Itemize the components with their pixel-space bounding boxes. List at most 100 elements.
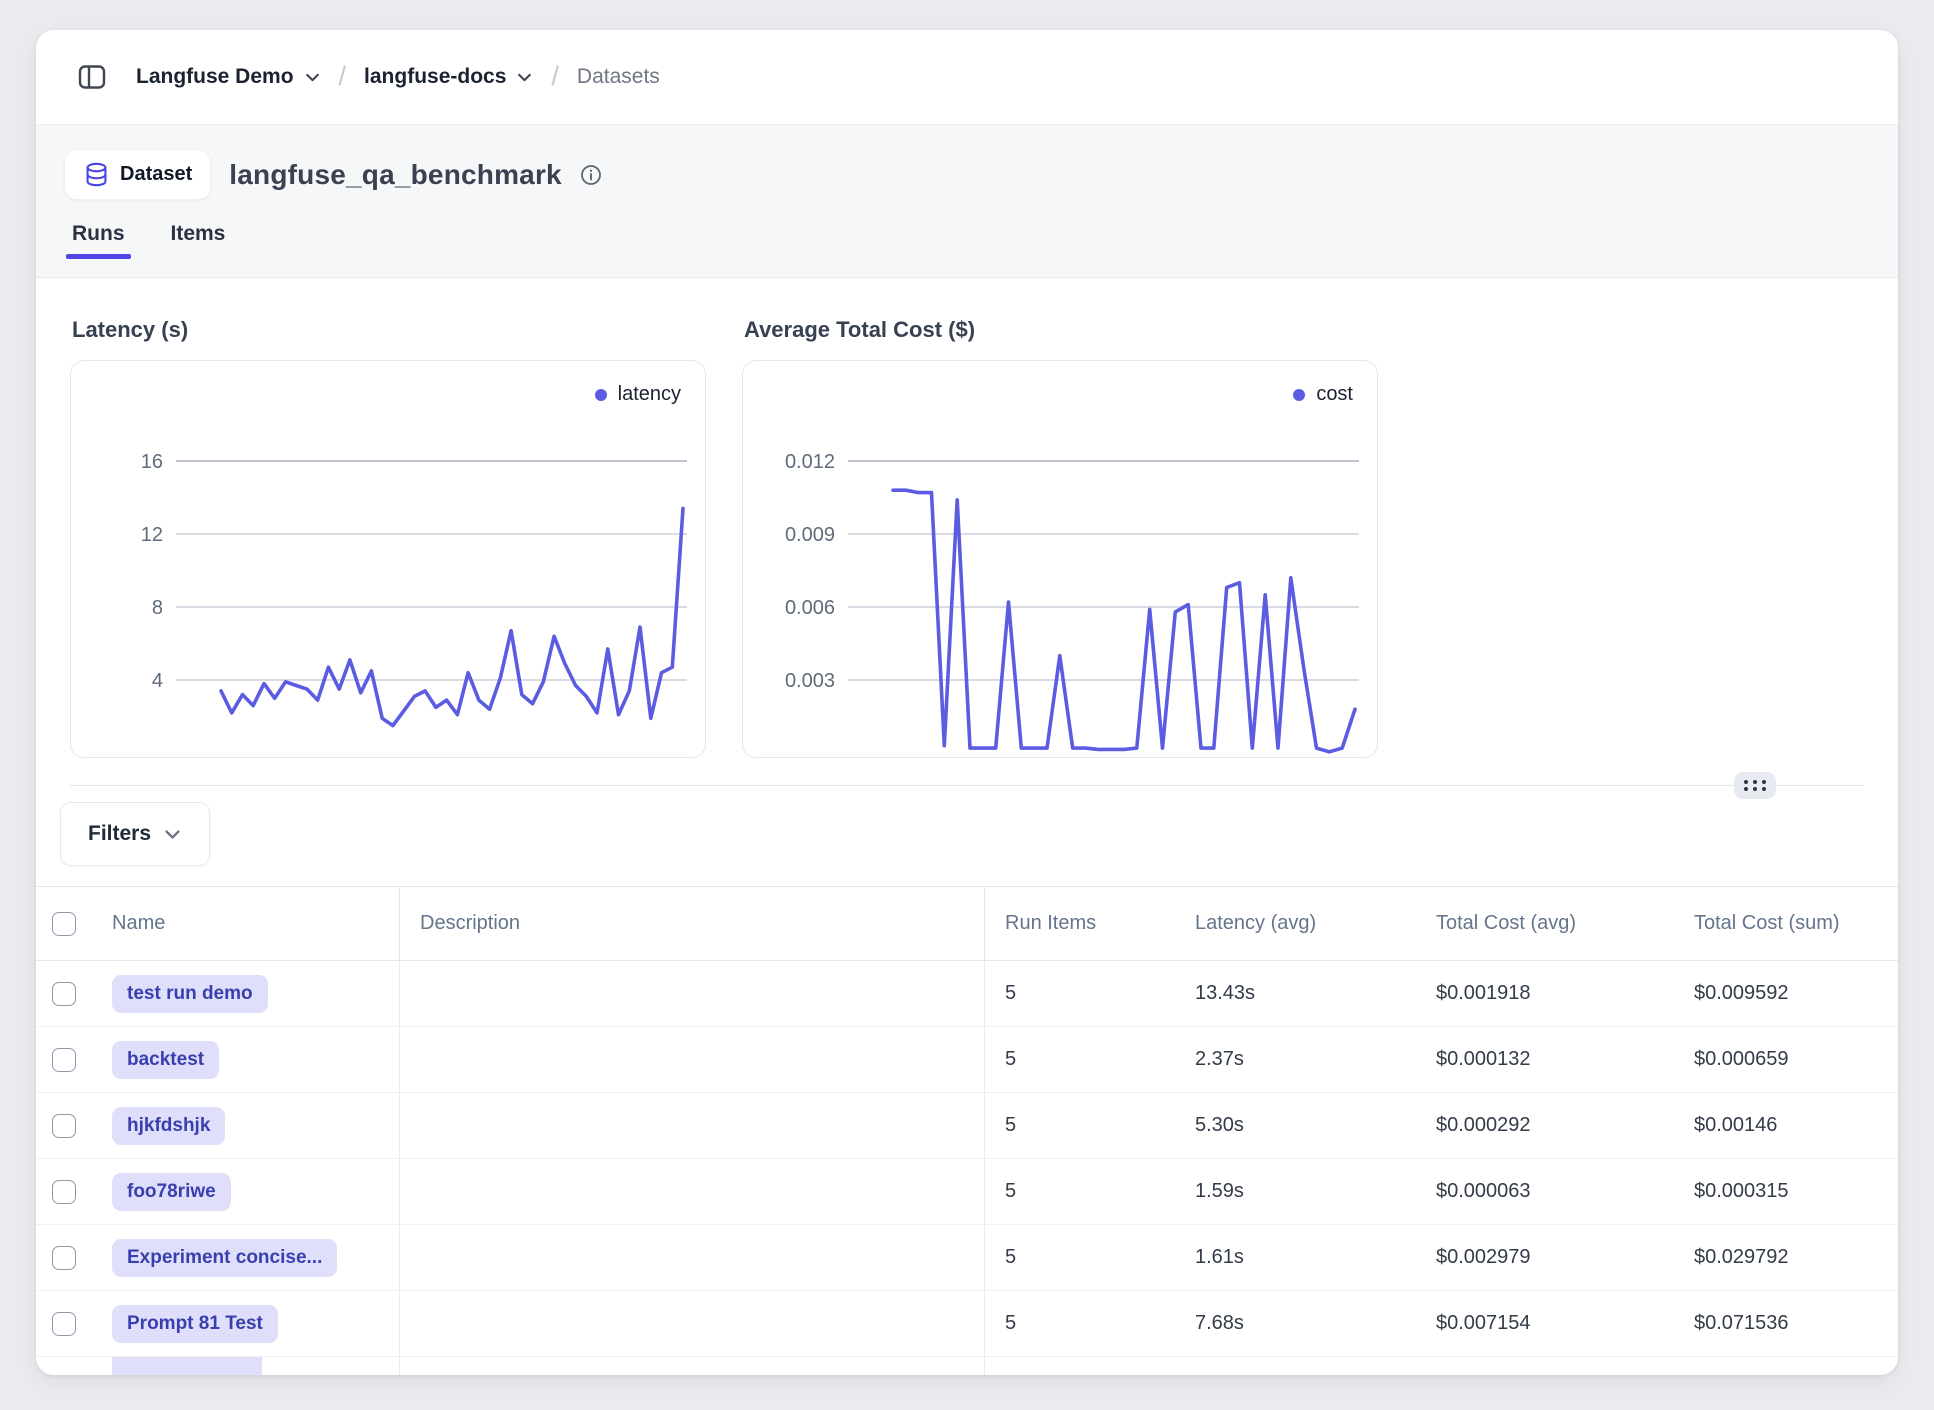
select-all-checkbox[interactable] [52,912,76,936]
row-description [400,1027,985,1092]
column-header-description[interactable]: Description [400,887,985,960]
sidebar-toggle-button[interactable] [76,61,108,93]
row-total-cost-avg: $0.000063 [1416,1180,1674,1203]
top-bar: Langfuse Demo / langfuse-docs / Datasets [36,30,1898,125]
row-checkbox[interactable] [52,982,76,1006]
dataset-badge-label: Dataset [120,163,192,186]
row-description [400,961,985,1026]
page-title: langfuse_qa_benchmark [229,159,562,191]
row-latency-avg: 5.30s [1175,1114,1416,1137]
svg-text:0.012: 0.012 [785,451,835,473]
info-icon[interactable] [580,164,602,186]
breadcrumb-project-label: langfuse-docs [364,65,506,89]
breadcrumb-org-selector[interactable]: Langfuse Demo [136,65,321,89]
svg-text:4: 4 [152,670,163,692]
chevron-down-icon [516,69,533,86]
dataset-type-badge: Dataset [64,149,211,200]
row-checkbox-cell [36,1246,92,1270]
row-checkbox-cell [36,982,92,1006]
svg-text:8: 8 [152,597,163,619]
run-name-badge[interactable]: test run demo [112,975,268,1013]
svg-text:16: 16 [141,451,163,473]
row-latency-avg: 1.59s [1175,1180,1416,1203]
cost-chart-title: Average Total Cost ($) [744,317,1378,343]
table-header-row: Name Description Run Items Latency (avg)… [36,887,1898,961]
table-row[interactable]: foo78riwe 5 1.59s $0.000063 $0.000315 [36,1159,1898,1225]
column-header-total-cost-sum[interactable]: Total Cost (sum) [1674,912,1898,935]
cost-chart-block: Average Total Cost ($) cost 0.0120.0090.… [742,278,1378,758]
table-row[interactable]: backtest 5 2.37s $0.000132 $0.000659 [36,1027,1898,1093]
row-checkbox[interactable] [52,1246,76,1270]
database-icon [83,161,110,188]
resize-handle[interactable] [1734,772,1776,799]
row-run-items: 5 [985,1246,1175,1269]
svg-text:0.009: 0.009 [785,524,835,546]
row-total-cost-avg: $0.007154 [1416,1312,1674,1335]
row-name-cell: hjkfdshjk [92,1093,400,1158]
table-row[interactable]: Experiment concise... 5 1.61s $0.002979 … [36,1225,1898,1291]
breadcrumb-separator: / [339,61,347,92]
tab-bar: Runs Items [66,222,1874,258]
latency-chart: latency 161284 [70,360,706,758]
panel-left-icon [76,61,108,93]
run-name-badge[interactable]: Prompt 81 Test [112,1305,278,1343]
grip-dots-icon [1744,780,1766,791]
row-total-cost-avg: $0.000132 [1416,1048,1674,1071]
run-name-badge[interactable]: Experiment concise... [112,1239,337,1277]
row-name-cell: test run demo [92,961,400,1026]
row-name-cell: Experiment concise... [92,1225,400,1290]
row-checkbox[interactable] [52,1114,76,1138]
breadcrumb-separator: / [551,61,559,92]
filters-button-label: Filters [88,822,151,846]
main-panel: Langfuse Demo / langfuse-docs / Datasets [36,30,1898,1375]
column-header-total-cost-avg[interactable]: Total Cost (avg) [1416,912,1674,935]
row-checkbox[interactable] [52,1180,76,1204]
tab-runs[interactable]: Runs [66,222,131,258]
row-checkbox-cell [36,1114,92,1138]
latency-chart-block: Latency (s) latency 161284 [70,278,706,758]
row-checkbox[interactable] [52,1048,76,1072]
row-run-items: 5 [985,1312,1175,1335]
row-total-cost-sum: $0.071536 [1674,1312,1898,1335]
row-total-cost-sum: $0.00146 [1674,1114,1898,1137]
run-name-badge[interactable]: backtest [112,1041,219,1079]
row-description [400,1291,985,1356]
runs-table: Name Description Run Items Latency (avg)… [36,886,1898,1375]
row-run-items: 5 [985,1048,1175,1071]
column-header-run-items[interactable]: Run Items [985,912,1175,935]
row-description [400,1159,985,1224]
latency-chart-title: Latency (s) [72,317,706,343]
charts-section: Latency (s) latency 161284 Average Total… [36,278,1898,786]
chart-svg: 0.0120.0090.0060.003 [743,361,1377,757]
section-divider [70,785,1864,786]
table-row[interactable]: test run demo 5 13.43s $0.001918 $0.0095… [36,961,1898,1027]
svg-text:0.003: 0.003 [785,670,835,692]
row-total-cost-avg: $0.000292 [1416,1114,1674,1137]
row-checkbox-cell [36,1312,92,1336]
chart-svg: 161284 [71,361,705,757]
row-checkbox-cell [36,1180,92,1204]
breadcrumb-project-selector[interactable]: langfuse-docs [364,65,533,89]
breadcrumb-page: Datasets [577,65,660,89]
filters-row: Filters [36,786,1898,886]
table-row-partial[interactable] [36,1357,1898,1375]
row-latency-avg: 2.37s [1175,1048,1416,1071]
chevron-down-icon [163,825,182,844]
cost-chart: cost 0.0120.0090.0060.003 [742,360,1378,758]
row-run-items: 5 [985,982,1175,1005]
table-row[interactable]: Prompt 81 Test 5 7.68s $0.007154 $0.0715… [36,1291,1898,1357]
row-latency-avg: 7.68s [1175,1312,1416,1335]
row-checkbox[interactable] [52,1312,76,1336]
run-name-badge[interactable]: foo78riwe [112,1173,231,1211]
column-header-name[interactable]: Name [92,887,400,960]
table-row[interactable]: hjkfdshjk 5 5.30s $0.000292 $0.00146 [36,1093,1898,1159]
column-header-latency-avg[interactable]: Latency (avg) [1175,912,1416,935]
filters-button[interactable]: Filters [60,802,210,866]
row-run-items: 5 [985,1114,1175,1137]
row-total-cost-avg: $0.002979 [1416,1246,1674,1269]
tab-items[interactable]: Items [165,222,232,258]
row-name-cell: backtest [92,1027,400,1092]
breadcrumb-org-label: Langfuse Demo [136,65,294,89]
run-name-badge[interactable]: hjkfdshjk [112,1107,225,1145]
run-name-badge[interactable] [112,1357,262,1375]
